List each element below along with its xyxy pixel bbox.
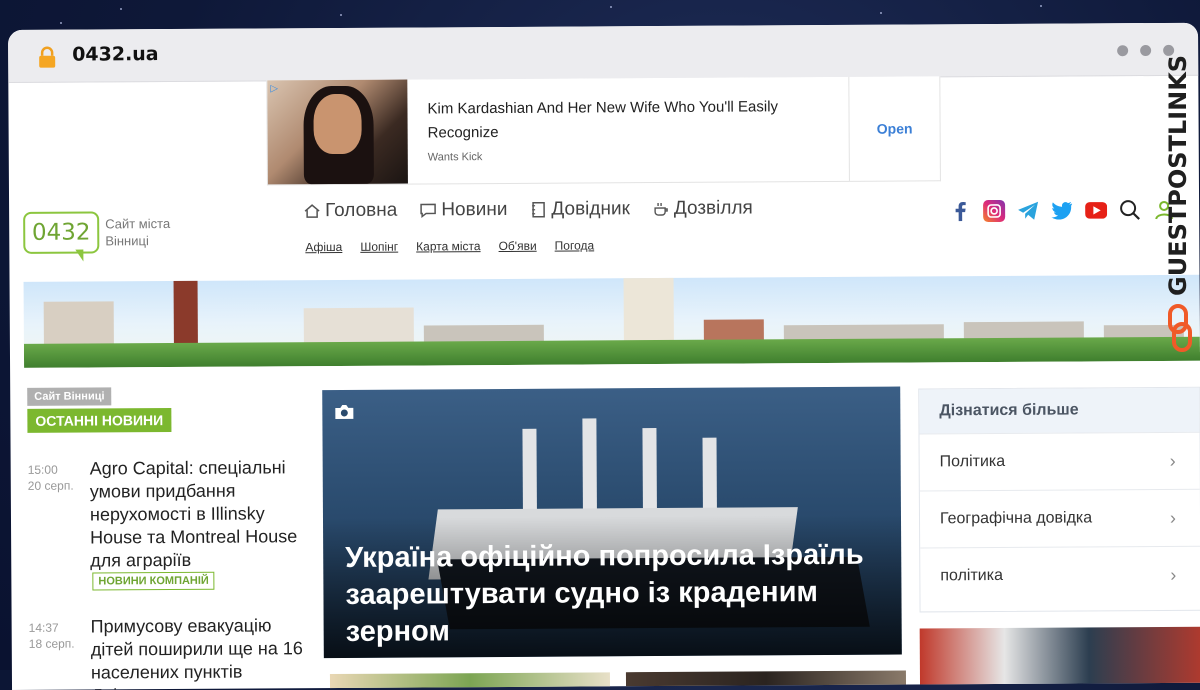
chevron-right-icon: › [1170,564,1177,585]
learn-more-item-label: Географічна довідка [939,509,1093,528]
sub-nav: Афіша Шопінг Карта міста Об'яви Погода [305,238,594,254]
chevron-right-icon: › [1169,507,1177,528]
logo-number: 0432 [23,211,100,254]
social-links [949,199,1175,223]
news-category-badge[interactable]: НОВИНИ КОМПАНІЙ [92,571,215,591]
nav-news[interactable]: Новини [419,199,507,222]
nav-leisure[interactable]: Дозвілля [652,197,753,220]
subnav-shopping[interactable]: Шопінг [360,240,398,254]
subnav-ads[interactable]: Об'яви [499,239,537,253]
learn-more-heading: Дізнатися більше [919,387,1200,434]
cup-icon [654,203,668,216]
ad-open-button[interactable]: Open [848,76,940,181]
news-timestamp: 14:37 18 серп. [28,620,75,651]
news-title[interactable]: Примусову евакуацію дітей поширили ще на… [91,614,308,690]
featured-article-title[interactable]: Україна офіційно попросила Ізраїль зааре… [345,537,866,651]
youtube-icon[interactable] [1085,199,1108,221]
article-thumbnail[interactable] [329,672,611,690]
telegram-icon[interactable] [1017,200,1039,222]
ad-choices-icon[interactable]: ▷ [270,83,278,94]
nav-label: Головна [325,199,398,222]
learn-more-item[interactable]: Географічна довідка › [919,488,1200,548]
browser-titlebar: 0432.ua [8,22,1199,83]
subnav-weather[interactable]: Погода [555,238,595,252]
ad-image[interactable]: ▷ [267,79,408,185]
lock-icon [39,46,56,68]
side-article-image[interactable] [919,626,1200,690]
book-icon [532,201,546,218]
nav-home[interactable]: Головна [303,200,397,223]
camera-icon [335,404,354,420]
nav-label: Дозвілля [673,197,753,219]
page-content: ▷ Kim Kardashian And Her New Wife Who Yo… [8,75,1200,690]
article-thumbnail[interactable] [625,670,907,690]
learn-more-item-label: Політика [939,452,1006,471]
city-panorama-banner [23,274,1200,368]
featured-article[interactable]: Україна офіційно попросила Ізраїль зааре… [322,386,902,659]
site-label-tag[interactable]: Сайт Вінниці [27,387,112,406]
ad-source: Wants Kick [427,151,483,164]
learn-more-item[interactable]: політика › [920,545,1200,605]
chevron-right-icon: › [1169,450,1176,471]
news-title[interactable]: Agro Capital: спеціальні умови придбання… [90,456,307,572]
nav-directory[interactable]: Довідник [529,198,630,221]
logo-tagline: Сайт міста Вінниці [105,216,171,249]
facebook-icon[interactable] [949,200,971,222]
chain-link-icon [1168,304,1192,352]
subnav-city-map[interactable]: Карта міста [416,239,480,253]
twitter-icon[interactable] [1051,199,1073,221]
ad-title[interactable]: Kim Kardashian And Her New Wife Who You'… [427,95,807,145]
learn-more-item-label: політика [940,566,1004,585]
instagram-icon[interactable] [983,199,1006,223]
nav-label: Новини [441,198,508,221]
news-item[interactable]: 15:00 20 серп. Agro Capital: спеціальні у… [28,456,309,598]
latest-news-heading[interactable]: ОСТАННІ НОВИНИ [27,408,172,433]
ad-banner[interactable]: ▷ Kim Kardashian And Her New Wife Who Yo… [266,76,941,186]
news-timestamp: 15:00 20 серп. [27,462,74,493]
learn-more-panel: Дізнатися більше Політика › Географічна … [918,386,1200,613]
news-item[interactable]: 14:37 18 серп. Примусову евакуацію дітей … [29,614,310,690]
chat-icon [420,203,437,218]
guestpostlinks-watermark: GUESTPOSTLINKS [1158,54,1198,356]
watermark-text: GUESTPOSTLINKS [1164,54,1192,296]
address-bar[interactable]: 0432.ua [72,43,159,66]
nav-label: Довідник [551,198,630,220]
learn-more-item[interactable]: Політика › [919,431,1200,491]
home-icon [304,204,320,218]
search-icon[interactable] [1119,199,1141,221]
subnav-posters[interactable]: Афіша [305,240,342,254]
main-nav: Головна Новини Довідник Дозвілля [303,197,753,222]
browser-window: 0432.ua ▷ Kim Kardashian And Her New Wif… [8,22,1200,690]
